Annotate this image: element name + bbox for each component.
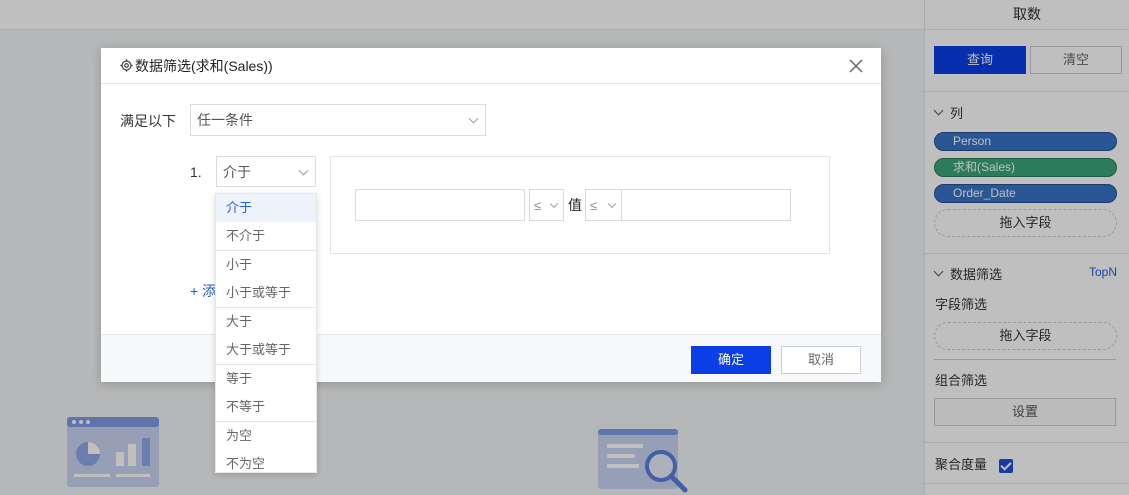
operator-select[interactable]: 介于 bbox=[216, 156, 316, 187]
operator-dropdown-menu: 介于 不介于 小于 小于或等于 大于 大于或等于 等于 不等于 为空 不为空 bbox=[215, 193, 317, 473]
close-icon[interactable] bbox=[848, 58, 864, 74]
dropdown-item-greater-or-equal[interactable]: 大于或等于 bbox=[216, 336, 316, 364]
value-label: 值 bbox=[568, 197, 582, 213]
lower-value-input[interactable] bbox=[355, 189, 525, 221]
dropdown-item-is-null[interactable]: 为空 bbox=[216, 422, 316, 450]
dropdown-item-greater-than[interactable]: 大于 bbox=[216, 308, 316, 336]
dropdown-item-equal[interactable]: 等于 bbox=[216, 365, 316, 393]
gear-icon bbox=[120, 59, 133, 72]
lower-operator-select[interactable]: ≤ bbox=[529, 189, 564, 221]
condition-index: 1. bbox=[190, 164, 202, 180]
chevron-down-icon bbox=[468, 113, 479, 124]
dropdown-item-between[interactable]: 介于 bbox=[216, 194, 316, 222]
chevron-down-icon bbox=[298, 165, 309, 176]
chevron-down-icon bbox=[607, 199, 617, 209]
add-condition-link[interactable]: + 添 bbox=[190, 281, 216, 301]
cancel-button[interactable]: 取消 bbox=[781, 346, 861, 374]
dropdown-item-less-than[interactable]: 小于 bbox=[216, 251, 316, 279]
dialog-title: 数据筛选(求和(Sales)) bbox=[135, 57, 273, 74]
satisfy-label: 满足以下 bbox=[120, 113, 176, 129]
dropdown-item-less-or-equal[interactable]: 小于或等于 bbox=[216, 279, 316, 307]
dropdown-item-not-equal[interactable]: 不等于 bbox=[216, 393, 316, 421]
dropdown-item-not-between[interactable]: 不介于 bbox=[216, 222, 316, 250]
chevron-down-icon bbox=[549, 199, 559, 209]
dropdown-item-is-not-null[interactable]: 不为空 bbox=[216, 450, 316, 478]
ok-button[interactable]: 确定 bbox=[691, 346, 771, 374]
upper-operator-value: ≤ bbox=[590, 197, 598, 213]
operator-select-value: 介于 bbox=[223, 163, 251, 180]
upper-operator-select[interactable]: ≤ bbox=[585, 189, 622, 221]
condition-mode-select[interactable]: 任一条件 bbox=[190, 104, 486, 136]
condition-mode-value: 任一条件 bbox=[197, 112, 253, 128]
dialog-header: 数据筛选(求和(Sales)) bbox=[101, 48, 881, 84]
lower-operator-value: ≤ bbox=[534, 197, 542, 213]
condition-value-area: ≤ 值 ≤ bbox=[330, 156, 830, 254]
upper-value-input[interactable] bbox=[621, 189, 791, 221]
